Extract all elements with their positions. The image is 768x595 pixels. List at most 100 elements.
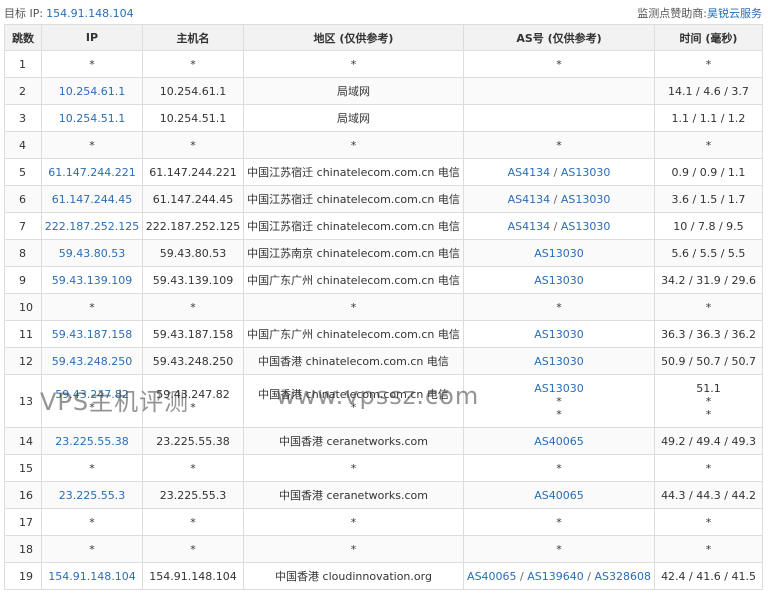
ip-link[interactable]: 10.254.51.1 <box>44 112 140 125</box>
region-value: 中国广东广州 chinatelecom.com.cn 电信 <box>247 273 460 287</box>
region-cell: * <box>243 131 464 159</box>
host-cell: 222.187.252.125 <box>142 212 244 240</box>
host-cell: 23.225.55.3 <box>142 481 244 509</box>
as-link[interactable]: AS13030 <box>561 166 611 179</box>
ip-link[interactable]: 59.43.247.82 <box>44 388 140 401</box>
ip-link[interactable]: 23.225.55.38 <box>44 435 140 448</box>
as-link[interactable]: AS13030 <box>561 220 611 233</box>
hop-cell: 17 <box>4 508 42 536</box>
target-info: 目标 IP: 154.91.148.104 <box>4 5 134 21</box>
col-region-header: 地区 (仅供参考) <box>243 24 464 51</box>
as-link[interactable]: AS13030 <box>561 193 611 206</box>
hop-cell: 1 <box>4 50 42 78</box>
as-cell: * <box>463 293 655 321</box>
as-link[interactable]: AS40065 <box>534 489 584 502</box>
hop-cell: 15 <box>4 454 42 482</box>
host-cell: 61.147.244.221 <box>142 158 244 186</box>
ip-link[interactable]: 222.187.252.125 <box>44 220 140 233</box>
ip-link[interactable]: 59.43.139.109 <box>44 274 140 287</box>
time-cell: * <box>654 131 763 159</box>
as-link[interactable]: AS40065 <box>467 570 517 583</box>
region-value: * <box>350 138 357 152</box>
ip-link[interactable]: 59.43.80.53 <box>44 247 140 260</box>
time-secondary: * <box>705 394 712 408</box>
as-cell: AS13030 <box>463 347 655 375</box>
region-value: 局域网 <box>337 111 370 125</box>
region-value: 中国江苏宿迁 chinatelecom.com.cn 电信 <box>247 165 460 179</box>
time-value: 36.3 / 36.3 / 36.2 <box>661 327 756 341</box>
table-row: 18 * * * * * <box>4 535 763 563</box>
ip-link[interactable]: 61.147.244.45 <box>44 193 140 206</box>
table-row: 12 59.43.248.250 59.43.248.250 中国香港 chinate… <box>4 347 763 375</box>
time-cell: 5.6 / 5.5 / 5.5 <box>654 239 763 267</box>
time-value: 49.2 / 49.4 / 49.3 <box>661 434 756 448</box>
as-cell: AS13030 <box>463 320 655 348</box>
col-time-header: 时间 (毫秒) <box>654 24 763 51</box>
region-value: * <box>350 515 357 529</box>
region-cell: 中国江苏宿迁 chinatelecom.com.cn 电信 <box>243 185 464 213</box>
as-cell: AS4134 / AS13030 <box>463 212 655 240</box>
region-cell: 中国江苏宿迁 chinatelecom.com.cn 电信 <box>243 212 464 240</box>
as-link[interactable]: AS4134 <box>508 166 551 179</box>
hop-cell: 10 <box>4 293 42 321</box>
ip-link[interactable]: 59.43.187.158 <box>44 328 140 341</box>
region-value: * <box>350 542 357 556</box>
time-cell: 36.3 / 36.3 / 36.2 <box>654 320 763 348</box>
host-cell: 59.43.139.109 <box>142 266 244 294</box>
as-link[interactable]: AS13030 <box>534 382 584 395</box>
ip-link[interactable]: 23.225.55.3 <box>44 489 140 502</box>
ip-cell: * <box>41 508 143 536</box>
time-value: 51.1 <box>696 381 721 395</box>
host-cell: * <box>142 131 244 159</box>
host-cell: * <box>142 454 244 482</box>
hop-cell: 13 <box>4 374 42 428</box>
region-cell: 中国香港 cloudinnovation.org <box>243 562 464 590</box>
ip-cell: 23.225.55.38 <box>41 427 143 455</box>
region-cell: 中国香港 chinatelecom.com.cn 电信 * <box>243 374 464 428</box>
hop-cell: 16 <box>4 481 42 509</box>
ip-cell: 59.43.187.158 <box>41 320 143 348</box>
time-cell: 0.9 / 0.9 / 1.1 <box>654 158 763 186</box>
as-link[interactable]: AS4134 <box>508 193 551 206</box>
as-link[interactable]: AS13030 <box>534 355 584 368</box>
ip-link[interactable]: 61.147.244.221 <box>44 166 140 179</box>
time-cell: * <box>654 50 763 78</box>
as-link[interactable]: AS139640 <box>527 570 584 583</box>
table-row: 15 * * * * * <box>4 454 763 482</box>
hop-cell: 19 <box>4 562 42 590</box>
host-value: 23.225.55.38 <box>156 434 230 448</box>
region-cell: 中国香港 ceranetworks.com <box>243 427 464 455</box>
as-link[interactable]: AS13030 <box>534 328 584 341</box>
table-row: 7 222.187.252.125 222.187.252.125 中国江苏宿迁 ch… <box>4 212 763 240</box>
as-cell <box>463 104 655 132</box>
time-value: 14.1 / 4.6 / 3.7 <box>668 84 749 98</box>
as-link[interactable]: AS13030 <box>534 247 584 260</box>
time-cell: 50.9 / 50.7 / 50.7 <box>654 347 763 375</box>
sponsor-link[interactable]: 昊锐云服务 <box>707 7 762 20</box>
time-cell: * <box>654 508 763 536</box>
time-value: * <box>705 57 712 71</box>
as-link[interactable]: AS13030 <box>534 274 584 287</box>
table-row: 3 10.254.51.1 10.254.51.1 局域网 1.1 / 1.1 / 1.… <box>4 104 763 132</box>
ip-link[interactable]: 59.43.248.250 <box>44 355 140 368</box>
as-link[interactable]: AS328608 <box>594 570 651 583</box>
host-value: * <box>190 542 196 556</box>
time-value: 1.1 / 1.1 / 1.2 <box>671 111 746 125</box>
as-link[interactable]: AS40065 <box>534 435 584 448</box>
hop-cell: 8 <box>4 239 42 267</box>
region-cell: * <box>243 508 464 536</box>
as-link[interactable]: AS4134 <box>508 220 551 233</box>
sponsor-info: 监测点赞助商:昊锐云服务 <box>637 5 762 21</box>
host-value: 59.43.248.250 <box>152 354 234 368</box>
host-cell: * <box>142 50 244 78</box>
time-value: * <box>705 138 712 152</box>
ip-link[interactable]: 154.91.148.104 <box>44 570 140 583</box>
ip-link: * <box>89 461 95 475</box>
as-cell: AS4134 / AS13030 <box>463 158 655 186</box>
ip-link[interactable]: 10.254.61.1 <box>44 85 140 98</box>
region-cell: 中国香港 chinatelecom.com.cn 电信 <box>243 347 464 375</box>
time-value: * <box>705 542 712 556</box>
host-cell: * <box>142 508 244 536</box>
time-cell: * <box>654 293 763 321</box>
time-tertiary: * <box>705 407 712 421</box>
